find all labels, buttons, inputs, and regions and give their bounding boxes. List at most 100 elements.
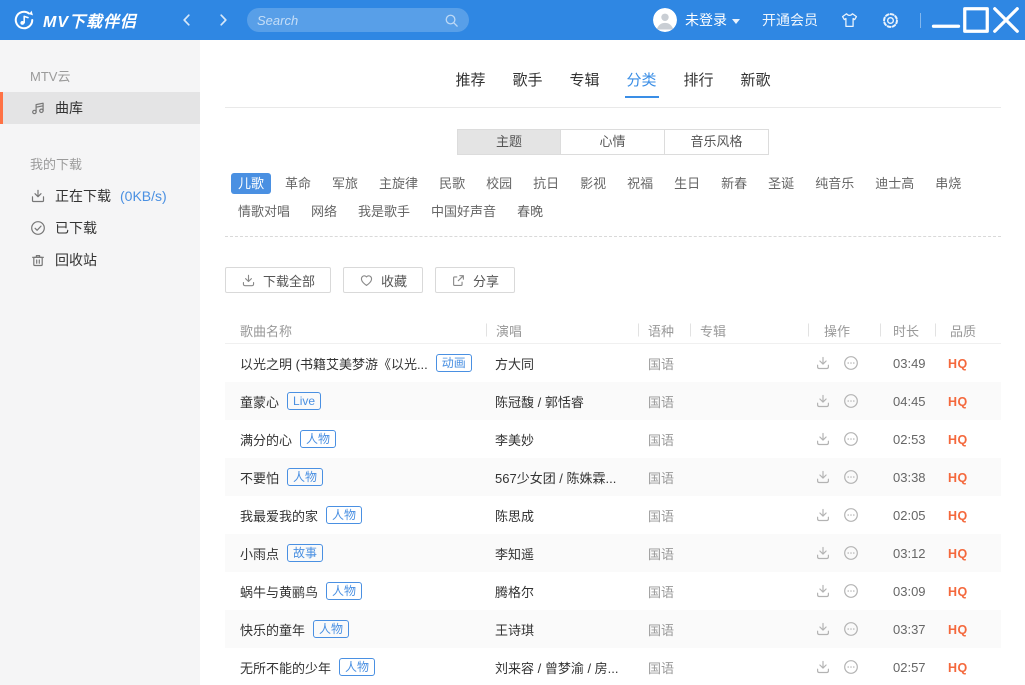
more-icon[interactable] — [843, 545, 859, 561]
category-tag[interactable]: 春晚 — [510, 201, 550, 222]
column-header: 品质 — [935, 321, 1001, 340]
category-tag[interactable]: 我是歌手 — [351, 201, 417, 222]
artist-cell: 李美妙 — [486, 430, 638, 449]
song-name-cell[interactable]: 无所不能的少年人物 — [225, 658, 486, 677]
song-name-cell[interactable]: 快乐的童年人物 — [225, 620, 486, 639]
quality-cell: HQ — [935, 508, 1001, 523]
category-tag[interactable]: 情歌对唱 — [231, 201, 297, 222]
sidebar-item-downloading[interactable]: 正在下载(0KB/s) — [0, 180, 200, 212]
quality-cell: HQ — [935, 660, 1001, 675]
table-row[interactable]: 蜗牛与黄鹂鸟人物腾格尔国语03:09HQ — [225, 572, 1001, 610]
category-tag[interactable]: 民歌 — [432, 173, 472, 194]
category-tag[interactable]: 迪士高 — [868, 173, 921, 194]
category-tag[interactable]: 革命 — [278, 173, 318, 194]
duration-cell: 04:45 — [880, 394, 935, 409]
language-cell: 国语 — [638, 506, 690, 525]
operations-cell — [808, 393, 880, 409]
settings-icon[interactable] — [881, 11, 900, 30]
category-tag[interactable]: 祝福 — [620, 173, 660, 194]
song-name-cell[interactable]: 不要怕人物 — [225, 468, 486, 487]
language-cell: 国语 — [638, 468, 690, 487]
download-icon[interactable] — [815, 507, 831, 523]
song-name-cell[interactable]: 蜗牛与黄鹂鸟人物 — [225, 582, 486, 601]
nav-tab-4[interactable]: 排行 — [682, 69, 716, 107]
nav-tab-3[interactable]: 分类 — [625, 69, 659, 107]
search-input[interactable] — [257, 13, 444, 28]
table-row[interactable]: 我最爱我的家人物陈思成国语02:05HQ — [225, 496, 1001, 534]
download-icon[interactable] — [815, 431, 831, 447]
category-tag[interactable]: 纯音乐 — [808, 173, 861, 194]
song-name-cell[interactable]: 满分的心人物 — [225, 430, 486, 449]
download-icon[interactable] — [815, 583, 831, 599]
quality-badge: HQ — [948, 471, 968, 485]
sidebar-item-trash[interactable]: 回收站 — [0, 244, 200, 276]
caret-down-icon — [732, 19, 740, 24]
song-name-cell[interactable]: 我最爱我的家人物 — [225, 506, 486, 525]
table-row[interactable]: 满分的心人物李美妙国语02:53HQ — [225, 420, 1001, 458]
sidebar-item-check-circle[interactable]: 已下载 — [0, 212, 200, 244]
operations-cell — [808, 583, 880, 599]
table-row[interactable]: 童蒙心Live陈冠馥 / 郭恬睿国语04:45HQ — [225, 382, 1001, 420]
avatar[interactable] — [653, 8, 677, 32]
more-icon[interactable] — [843, 507, 859, 523]
download-icon[interactable] — [815, 659, 831, 675]
download-icon[interactable] — [815, 621, 831, 637]
song-title: 童蒙心 — [240, 392, 279, 411]
category-tag[interactable]: 军旅 — [325, 173, 365, 194]
more-icon[interactable] — [843, 469, 859, 485]
download-icon[interactable] — [815, 469, 831, 485]
category-tag[interactable]: 中国好声音 — [424, 201, 503, 222]
table-row[interactable]: 快乐的童年人物王诗琪国语03:37HQ — [225, 610, 1001, 648]
login-status[interactable]: 未登录 — [685, 10, 740, 30]
song-type-badge: 人物 — [300, 430, 336, 448]
vip-link[interactable]: 开通会员 — [762, 10, 818, 30]
category-tag[interactable]: 抗日 — [526, 173, 566, 194]
song-name-cell[interactable]: 小雨点故事 — [225, 544, 486, 563]
segment-tab-0[interactable]: 主题 — [457, 129, 561, 155]
more-icon[interactable] — [843, 431, 859, 447]
category-tag[interactable]: 主旋律 — [372, 173, 425, 194]
nav-tab-5[interactable]: 新歌 — [739, 69, 773, 107]
download-icon[interactable] — [815, 355, 831, 371]
action-button-0[interactable]: 下载全部 — [225, 267, 331, 293]
download-icon[interactable] — [815, 545, 831, 561]
category-tag[interactable]: 校园 — [479, 173, 519, 194]
song-name-cell[interactable]: 童蒙心Live — [225, 392, 486, 411]
nav-tab-1[interactable]: 歌手 — [510, 69, 544, 107]
skin-icon[interactable] — [840, 11, 859, 30]
maximize-button[interactable] — [961, 0, 991, 40]
category-tag[interactable]: 影视 — [573, 173, 613, 194]
more-icon[interactable] — [843, 393, 859, 409]
search-box[interactable] — [247, 8, 469, 32]
category-tag[interactable]: 串烧 — [928, 173, 968, 194]
table-row[interactable]: 不要怕人物567少女团 / 陈姝霖...国语03:38HQ — [225, 458, 1001, 496]
more-icon[interactable] — [843, 621, 859, 637]
category-tag[interactable]: 网络 — [304, 201, 344, 222]
more-icon[interactable] — [843, 583, 859, 599]
forward-icon[interactable] — [215, 12, 231, 28]
more-icon[interactable] — [843, 355, 859, 371]
segment-tab-1[interactable]: 心情 — [561, 129, 665, 155]
column-header: 语种 — [638, 321, 690, 340]
search-icon[interactable] — [444, 13, 459, 28]
action-button-2[interactable]: 分享 — [435, 267, 515, 293]
table-row[interactable]: 以光之明 (书籍艾美梦游《以光...动画方大同国语03:49HQ — [225, 344, 1001, 382]
segment-tab-2[interactable]: 音乐风格 — [665, 129, 769, 155]
table-row[interactable]: 小雨点故事李知遥国语03:12HQ — [225, 534, 1001, 572]
song-name-cell[interactable]: 以光之明 (书籍艾美梦游《以光...动画 — [225, 354, 486, 373]
sidebar-item-music-note[interactable]: 曲库 — [0, 92, 200, 124]
category-tag[interactable]: 儿歌 — [231, 173, 271, 194]
more-icon[interactable] — [843, 659, 859, 675]
minimize-button[interactable] — [931, 0, 961, 40]
nav-tab-0[interactable]: 推荐 — [453, 69, 487, 107]
back-icon[interactable] — [179, 12, 195, 28]
close-button[interactable] — [991, 0, 1021, 40]
action-button-1[interactable]: 收藏 — [343, 267, 423, 293]
download-icon[interactable] — [815, 393, 831, 409]
nav-tab-2[interactable]: 专辑 — [567, 69, 601, 107]
operations-cell — [808, 545, 880, 561]
category-tag[interactable]: 新春 — [714, 173, 754, 194]
table-row[interactable]: 无所不能的少年人物刘来容 / 曾梦渝 / 房...国语02:57HQ — [225, 648, 1001, 685]
category-tag[interactable]: 生日 — [667, 173, 707, 194]
category-tag[interactable]: 圣诞 — [761, 173, 801, 194]
